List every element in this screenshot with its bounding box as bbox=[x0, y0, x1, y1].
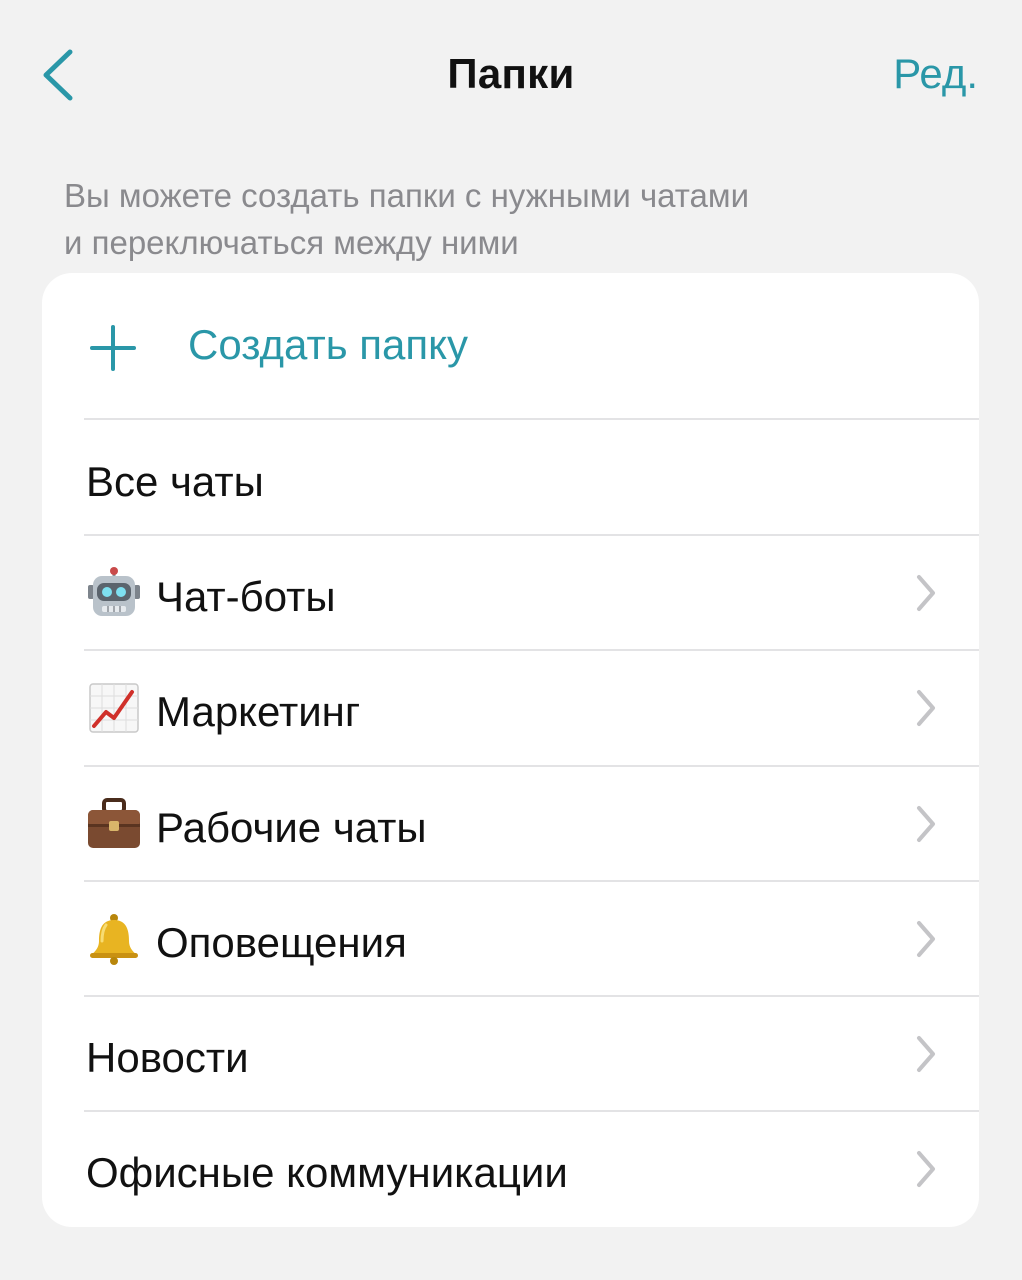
folder-label: Чат-боты bbox=[156, 573, 336, 620]
folder-label: Офисные коммуникации bbox=[86, 1149, 568, 1196]
folder-row-marketing[interactable]: Маркетинг bbox=[42, 650, 979, 765]
description-line-2: и переключаться между ними bbox=[64, 224, 519, 261]
folders-description: Вы можете создать папки с нужными чатами… bbox=[64, 172, 944, 266]
robot-icon bbox=[88, 567, 140, 616]
page-title: Папки bbox=[447, 50, 575, 97]
folder-row-news[interactable]: Новости bbox=[42, 996, 979, 1111]
chevron-right-icon bbox=[917, 1036, 935, 1072]
plus-icon bbox=[90, 325, 136, 371]
create-folder-button[interactable]: Создать папку bbox=[42, 273, 979, 419]
create-folder-label: Создать папку bbox=[188, 321, 468, 368]
chart-increasing-icon bbox=[89, 683, 139, 733]
folder-label: Рабочие чаты bbox=[156, 804, 427, 851]
description-line-1: Вы можете создать папки с нужными чатами bbox=[64, 177, 750, 214]
chevron-right-icon bbox=[917, 690, 935, 726]
briefcase-icon bbox=[88, 798, 140, 848]
folder-label: Маркетинг bbox=[156, 688, 361, 735]
edit-button[interactable]: Ред. bbox=[893, 50, 978, 98]
folder-row-all-chats[interactable]: Все чаты bbox=[42, 420, 979, 535]
bell-icon bbox=[90, 914, 138, 965]
chevron-right-icon bbox=[917, 1151, 935, 1187]
chevron-right-icon bbox=[917, 575, 935, 611]
chevron-right-icon bbox=[917, 806, 935, 842]
folder-label: Новости bbox=[86, 1034, 249, 1081]
folders-list-card: Создать папку Все чаты Чат-боты Маркетин… bbox=[42, 273, 979, 1227]
navigation-bar: Папки Ред. bbox=[0, 0, 1022, 150]
folder-label: Все чаты bbox=[86, 458, 264, 505]
chevron-right-icon bbox=[917, 921, 935, 957]
folder-row-work-chats[interactable]: Рабочие чаты bbox=[42, 766, 979, 881]
folder-label: Оповещения bbox=[156, 919, 407, 966]
folder-row-chat-bots[interactable]: Чат-боты bbox=[42, 535, 979, 650]
folder-row-office-communications[interactable]: Офисные коммуникации bbox=[42, 1111, 979, 1226]
folder-row-notifications[interactable]: Оповещения bbox=[42, 881, 979, 996]
